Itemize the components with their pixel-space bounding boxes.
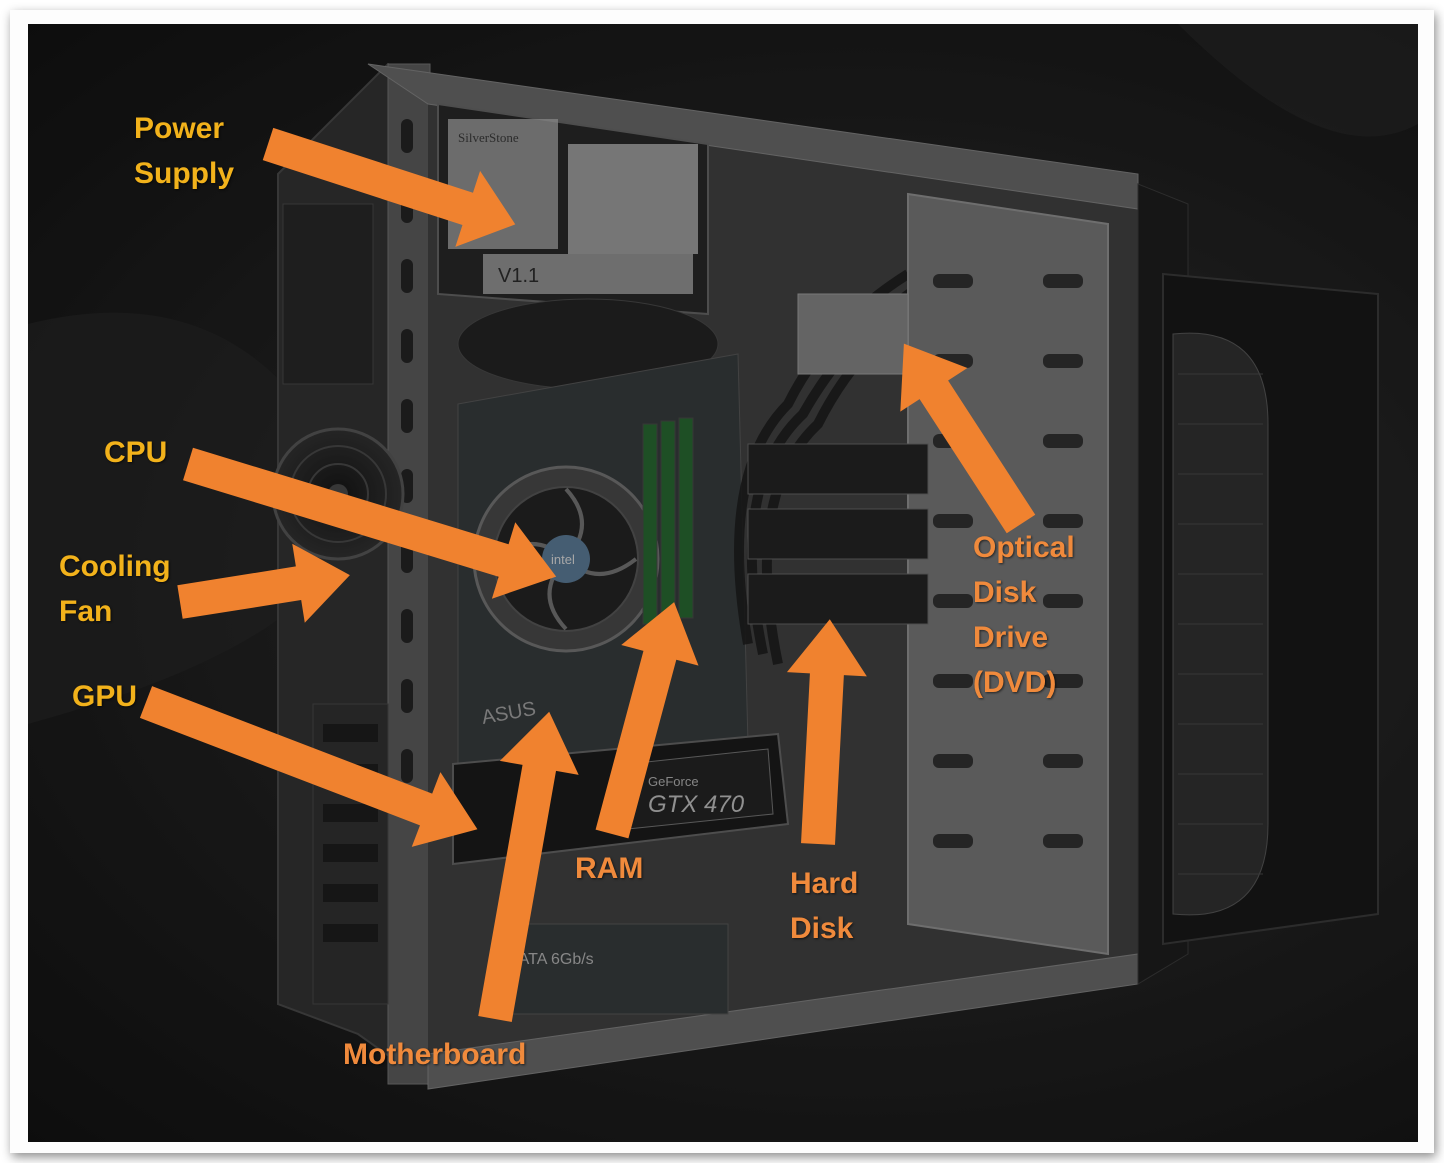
label-hard-disk: Hard Disk — [790, 867, 859, 945]
photo-frame: V1.1 SilverStone SATA 6Gb/s ASUS intel G… — [10, 10, 1434, 1153]
label-cooling-fan: Cooling Fan — [59, 550, 171, 628]
label-optical-disk-drive: Optical Disk Drive (DVD) — [973, 531, 1075, 699]
label-ram: RAM — [575, 852, 644, 885]
pc-case-illustration: V1.1 SilverStone SATA 6Gb/s ASUS intel G… — [28, 24, 1418, 1142]
label-motherboard: Motherboard — [343, 1038, 527, 1071]
label-power-supply: Power Supply — [134, 112, 235, 190]
label-cpu: CPU — [104, 436, 168, 469]
label-gpu: GPU — [72, 680, 138, 713]
pc-case-photo: V1.1 SilverStone SATA 6Gb/s ASUS intel G… — [28, 24, 1418, 1142]
